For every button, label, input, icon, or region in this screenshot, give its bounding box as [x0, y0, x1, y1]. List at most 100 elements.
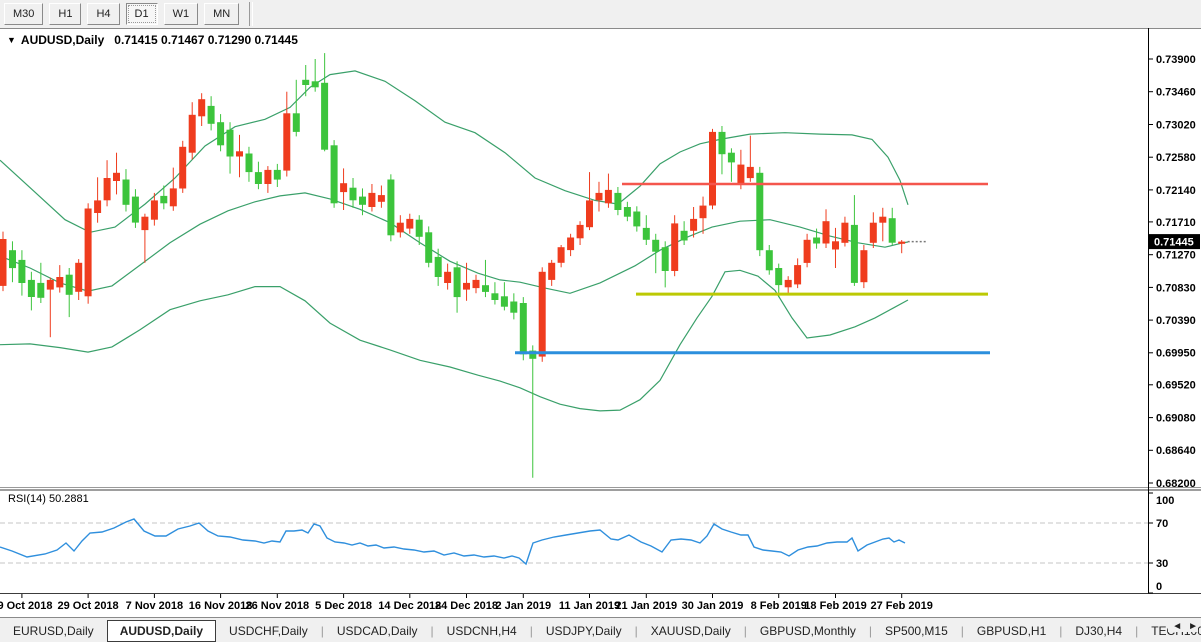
ohlc-open: 0.71415: [114, 33, 157, 47]
candle-body: [293, 113, 300, 132]
tab-usdcad-daily[interactable]: USDCAD,Daily: [324, 621, 431, 641]
candle-body: [596, 193, 603, 200]
candle-body: [236, 151, 243, 156]
candle-body: [151, 200, 158, 219]
date-axis-label: 5 Dec 2018: [315, 600, 372, 612]
candle-body: [737, 165, 744, 184]
candle-body: [605, 190, 612, 203]
candle-body: [66, 275, 73, 295]
scroll-tabs-left-icon[interactable]: ◄: [1172, 621, 1182, 632]
candle-body: [501, 296, 508, 306]
price-axis-label: 0.70830: [1156, 282, 1196, 294]
candle-body: [435, 257, 442, 277]
price-axis-label: 0.68200: [1156, 478, 1196, 490]
price-axis-label: 0.68640: [1156, 445, 1196, 457]
rsi-axis-label: 100: [1156, 495, 1174, 507]
price-axis-label: 0.69080: [1156, 412, 1196, 424]
candle-body: [18, 260, 25, 283]
price-axis-label: 0.69950: [1156, 348, 1196, 360]
candle-body: [444, 272, 451, 283]
candle-body: [189, 115, 196, 153]
candle-body: [700, 206, 707, 219]
candle-body: [860, 250, 867, 282]
candle-body: [217, 122, 224, 145]
candle-body: [208, 106, 215, 124]
tab-usdcnh-h4[interactable]: USDCNH,H4: [434, 621, 530, 641]
candle-body: [851, 225, 858, 283]
price-axis-label: 0.72580: [1156, 152, 1196, 164]
date-axis-label: 7 Nov 2018: [126, 600, 183, 612]
candle-body: [406, 219, 413, 229]
candle-body: [179, 147, 186, 189]
symbol-dropdown-arrow-icon[interactable]: ▼: [7, 35, 16, 45]
date-axis-label: 14 Dec 2018: [378, 600, 441, 612]
tab-sp500-m15[interactable]: SP500,M15: [872, 621, 961, 641]
ohlc-low: 0.71290: [208, 33, 251, 47]
candle-body: [132, 197, 139, 223]
candle-body: [47, 280, 54, 290]
candle-body: [775, 268, 782, 285]
candle-body: [56, 277, 63, 287]
candle-body: [889, 218, 896, 243]
tab-usdchf-daily[interactable]: USDCHF,Daily: [216, 621, 321, 641]
candle-body: [160, 196, 167, 203]
candle-body: [643, 228, 650, 240]
price-axis-label: 0.71710: [1156, 217, 1196, 229]
candle-body: [378, 195, 385, 202]
candle-body: [170, 188, 177, 206]
candle-body: [283, 113, 290, 170]
symbol-tab-bar: EURUSD,DailyAUDUSD,DailyUSDCHF,Daily|USD…: [0, 617, 1201, 642]
date-axis-label: 26 Nov 2018: [245, 600, 309, 612]
candle-body: [586, 200, 593, 227]
chart-symbol-label: AUDUSD,Daily: [21, 33, 104, 47]
candle-body: [813, 238, 820, 244]
candle-body: [709, 132, 716, 206]
candle-body: [520, 303, 527, 354]
tab-audusd-daily[interactable]: AUDUSD,Daily: [107, 620, 216, 642]
price-axis-label: 0.71270: [1156, 250, 1196, 262]
candle-body: [416, 220, 423, 237]
candle-body: [123, 180, 130, 205]
candle-body: [302, 80, 309, 85]
date-axis-label: 2 Jan 2019: [495, 600, 551, 612]
scroll-tabs-right-icon[interactable]: ►: [1188, 621, 1198, 632]
tab-dj30-h4[interactable]: DJ30,H4: [1062, 621, 1135, 641]
price-chart-canvas[interactable]: 0.739000.734600.730200.725800.721400.717…: [0, 0, 1201, 642]
candle-body: [794, 265, 801, 284]
tab-xauusd-daily[interactable]: XAUUSD,Daily: [638, 621, 744, 641]
rsi-axis-label: 70: [1156, 518, 1168, 530]
candle-body: [473, 280, 480, 288]
candle-body: [633, 212, 640, 227]
date-axis-label: 11 Jan 2019: [559, 600, 620, 612]
tab-eurusd-daily[interactable]: EURUSD,Daily: [0, 621, 107, 641]
tab-scroll-arrows: ◄ ►: [1168, 621, 1198, 632]
date-axis-label: 24 Dec 2018: [435, 600, 498, 612]
candle-body: [577, 225, 584, 238]
tab-gbpusd-monthly[interactable]: GBPUSD,Monthly: [747, 621, 869, 641]
ohlc-high: 0.71467: [161, 33, 204, 47]
candle-body: [841, 223, 848, 243]
candle-body: [870, 223, 877, 243]
date-axis-label: 18 Feb 2019: [804, 600, 866, 612]
candle-body: [425, 232, 432, 262]
candle-body: [785, 280, 792, 287]
date-axis-label: 16 Nov 2018: [189, 600, 253, 612]
price-axis-label: 0.73900: [1156, 54, 1196, 66]
date-axis-label: 30 Jan 2019: [682, 600, 744, 612]
date-axis-label: 29 Oct 2018: [58, 600, 119, 612]
candle-body: [331, 145, 338, 203]
candle-body: [104, 178, 111, 200]
date-axis-label: 19 Oct 2018: [0, 600, 52, 612]
candle-body: [482, 285, 489, 292]
candle-body: [227, 130, 234, 157]
candle-body: [368, 193, 375, 207]
candle-body: [397, 223, 404, 233]
tab-gbpusd-h1[interactable]: GBPUSD,H1: [964, 621, 1059, 641]
candle-body: [898, 242, 905, 244]
tab-usdjpy-daily[interactable]: USDJPY,Daily: [533, 621, 635, 641]
candle-body: [558, 247, 565, 263]
candle-body: [690, 219, 697, 231]
ohlc-close: 0.71445: [254, 33, 297, 47]
candle-body: [567, 238, 574, 251]
candle-body: [671, 223, 678, 271]
